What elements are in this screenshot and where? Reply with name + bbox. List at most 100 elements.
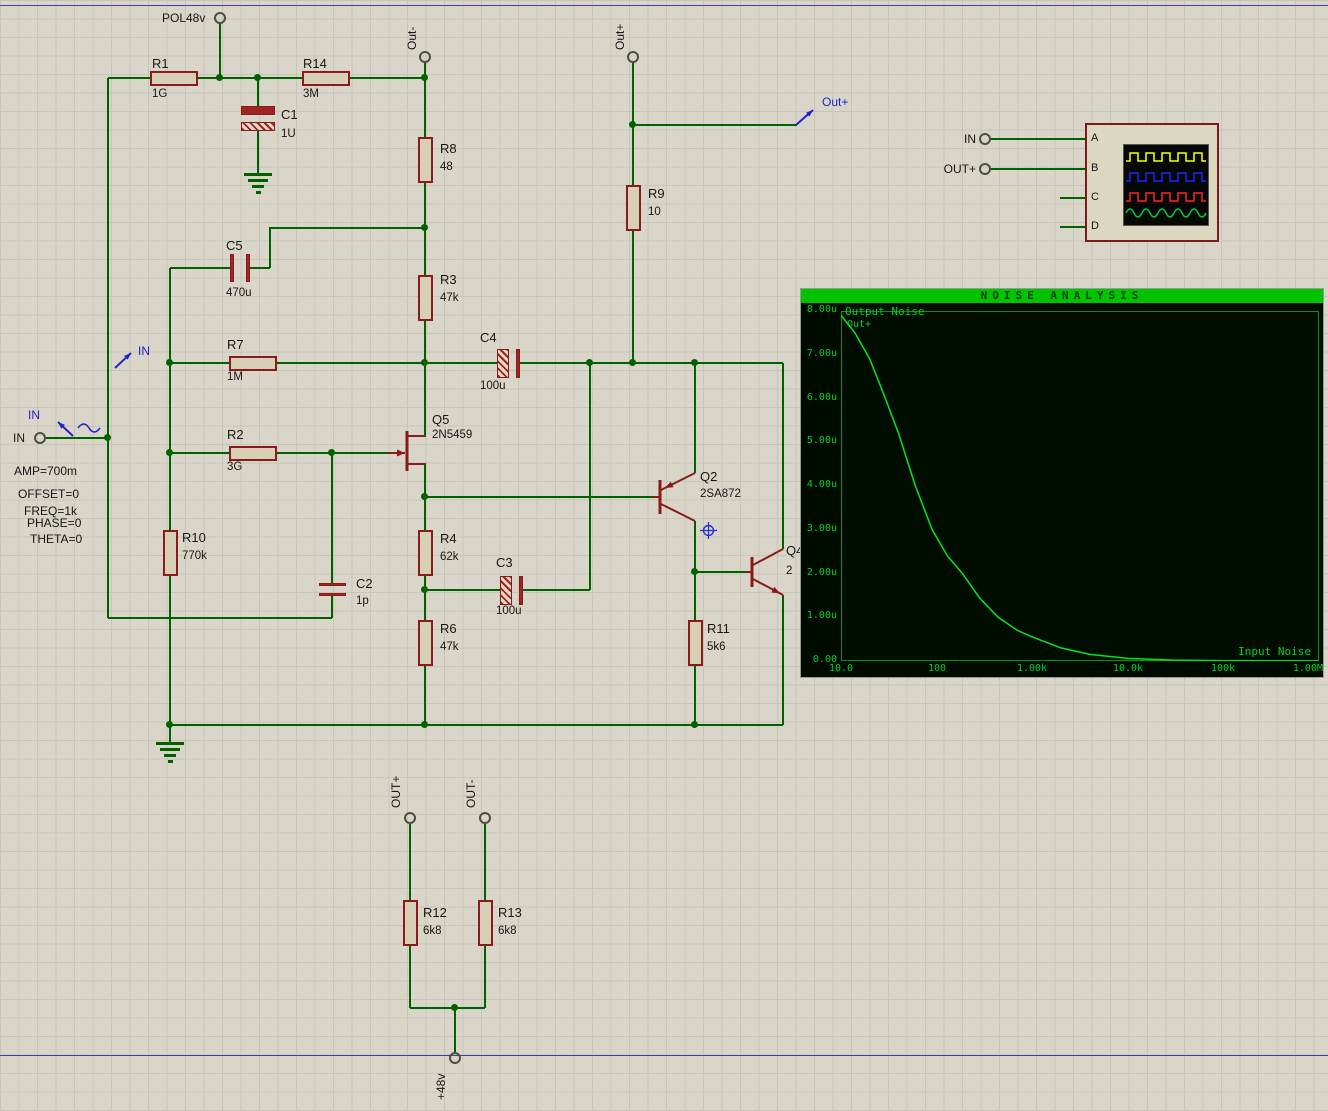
capacitor-C3[interactable]: [500, 576, 512, 605]
wire[interactable]: [695, 571, 752, 573]
generator-param[interactable]: THETA=0: [30, 532, 82, 546]
terminal-out-minus-bottom[interactable]: [479, 812, 491, 824]
wire[interactable]: [107, 78, 109, 618]
resistor-R6[interactable]: [418, 620, 433, 666]
wire[interactable]: [350, 77, 425, 79]
wire[interactable]: [1060, 197, 1085, 199]
generator-param[interactable]: OFFSET=0: [18, 487, 79, 501]
wire[interactable]: [694, 666, 696, 725]
r7-ref[interactable]: R7: [227, 337, 244, 352]
r13-value[interactable]: 6k8: [498, 925, 517, 937]
wire[interactable]: [169, 576, 171, 725]
terminal-out-minus-top[interactable]: [419, 51, 431, 63]
c3-ref[interactable]: C3: [496, 555, 513, 570]
r8-value[interactable]: 48: [440, 161, 453, 173]
plus48v-label[interactable]: +48v: [434, 1074, 448, 1100]
capacitor-C2[interactable]: [319, 593, 346, 596]
scope-out-plus-label[interactable]: OUT+: [932, 162, 976, 176]
capacitor-C3[interactable]: [519, 576, 523, 605]
out-minus-bottom-label[interactable]: OUT-: [464, 779, 478, 808]
resistor-R11[interactable]: [688, 620, 703, 666]
generator-param[interactable]: PHASE=0: [27, 516, 81, 530]
q4-value[interactable]: 2: [786, 565, 792, 577]
net-arrow-icon[interactable]: [793, 101, 819, 127]
wire[interactable]: [198, 77, 302, 79]
wire[interactable]: [484, 946, 486, 1008]
net-arrow-icon[interactable]: [112, 346, 138, 372]
out-minus-top-label[interactable]: Out-: [405, 27, 419, 50]
q5-ref[interactable]: Q5: [432, 412, 449, 427]
capacitor-C4[interactable]: [497, 349, 509, 378]
net-label-in-probe[interactable]: IN: [138, 344, 150, 358]
resistor-R7[interactable]: [229, 356, 277, 371]
noise-analysis-window[interactable]: NOISE ANALYSIS 8.00u 7.00u 6.00u 5.00u 4…: [800, 288, 1324, 678]
capacitor-C2[interactable]: [319, 583, 346, 586]
r6-ref[interactable]: R6: [440, 621, 457, 636]
wire[interactable]: [331, 453, 333, 583]
r2-value[interactable]: 3G: [227, 461, 242, 473]
wire[interactable]: [257, 131, 259, 173]
in-terminal-label[interactable]: IN: [13, 431, 25, 445]
terminal-plus48v[interactable]: [449, 1052, 461, 1064]
wire[interactable]: [277, 362, 425, 364]
r14-value[interactable]: 3M: [303, 88, 319, 100]
terminal-out-plus-bottom[interactable]: [404, 812, 416, 824]
wire[interactable]: [169, 268, 171, 530]
resistor-R4[interactable]: [418, 530, 433, 576]
wire[interactable]: [331, 596, 333, 618]
capacitor-C1[interactable]: [241, 106, 275, 115]
c2-ref[interactable]: C2: [356, 576, 373, 591]
wire[interactable]: [170, 267, 230, 269]
net-label-out-plus[interactable]: Out+: [822, 95, 848, 109]
wire[interactable]: [409, 824, 411, 900]
wire[interactable]: [425, 496, 660, 498]
resistor-R3[interactable]: [418, 275, 433, 321]
r2-ref[interactable]: R2: [227, 427, 244, 442]
r1-ref[interactable]: R1: [152, 56, 169, 71]
out-plus-top-label[interactable]: Out+: [613, 24, 627, 50]
r11-ref[interactable]: R11: [707, 621, 730, 636]
r8-ref[interactable]: R8: [440, 141, 457, 156]
resistor-R10[interactable]: [163, 530, 178, 576]
c4-ref[interactable]: C4: [480, 330, 497, 345]
wire[interactable]: [250, 267, 270, 269]
terminal-scope-in[interactable]: [979, 133, 991, 145]
r3-ref[interactable]: R3: [440, 272, 457, 287]
r10-value[interactable]: 770k: [182, 550, 207, 562]
wire[interactable]: [410, 1007, 485, 1009]
ground-symbol[interactable]: [243, 173, 273, 197]
pol48v-label[interactable]: POL48v: [162, 11, 205, 25]
r9-ref[interactable]: R9: [648, 186, 665, 201]
terminal-scope-out-plus[interactable]: [979, 163, 991, 175]
wire[interactable]: [219, 23, 221, 78]
c4-value[interactable]: 100u: [480, 380, 506, 392]
q5-value[interactable]: 2N5459: [432, 429, 472, 441]
wire[interactable]: [425, 589, 500, 591]
capacitor-C5[interactable]: [230, 254, 234, 282]
resistor-R2[interactable]: [229, 446, 277, 461]
resistor-R8[interactable]: [418, 137, 433, 183]
c5-ref[interactable]: C5: [226, 238, 243, 253]
wire[interactable]: [170, 452, 229, 454]
wire[interactable]: [782, 595, 784, 725]
r3-value[interactable]: 47k: [440, 292, 459, 304]
wire[interactable]: [632, 231, 634, 363]
q2-ref[interactable]: Q2: [700, 469, 717, 484]
wire[interactable]: [520, 362, 590, 364]
wire[interactable]: [1060, 226, 1085, 228]
r11-value[interactable]: 5k6: [707, 641, 726, 653]
sine-source-icon[interactable]: [76, 419, 102, 437]
schematic-canvas[interactable]: POL48v Out- Out+ IN IN OUT+ OUT+ OUT- +4…: [0, 0, 1328, 1111]
r9-value[interactable]: 10: [648, 206, 661, 218]
wire[interactable]: [424, 321, 426, 363]
r4-ref[interactable]: R4: [440, 531, 457, 546]
c3-value[interactable]: 100u: [496, 605, 522, 617]
scope-in-label[interactable]: IN: [948, 132, 976, 146]
r12-value[interactable]: 6k8: [423, 925, 442, 937]
ground-symbol[interactable]: [155, 742, 185, 766]
terminal-in-left[interactable]: [34, 432, 46, 444]
r13-ref[interactable]: R13: [498, 905, 522, 920]
transistor-Q4[interactable]: [745, 540, 790, 600]
transistor-Q2[interactable]: [650, 465, 700, 525]
terminal-out-plus-top[interactable]: [627, 51, 639, 63]
